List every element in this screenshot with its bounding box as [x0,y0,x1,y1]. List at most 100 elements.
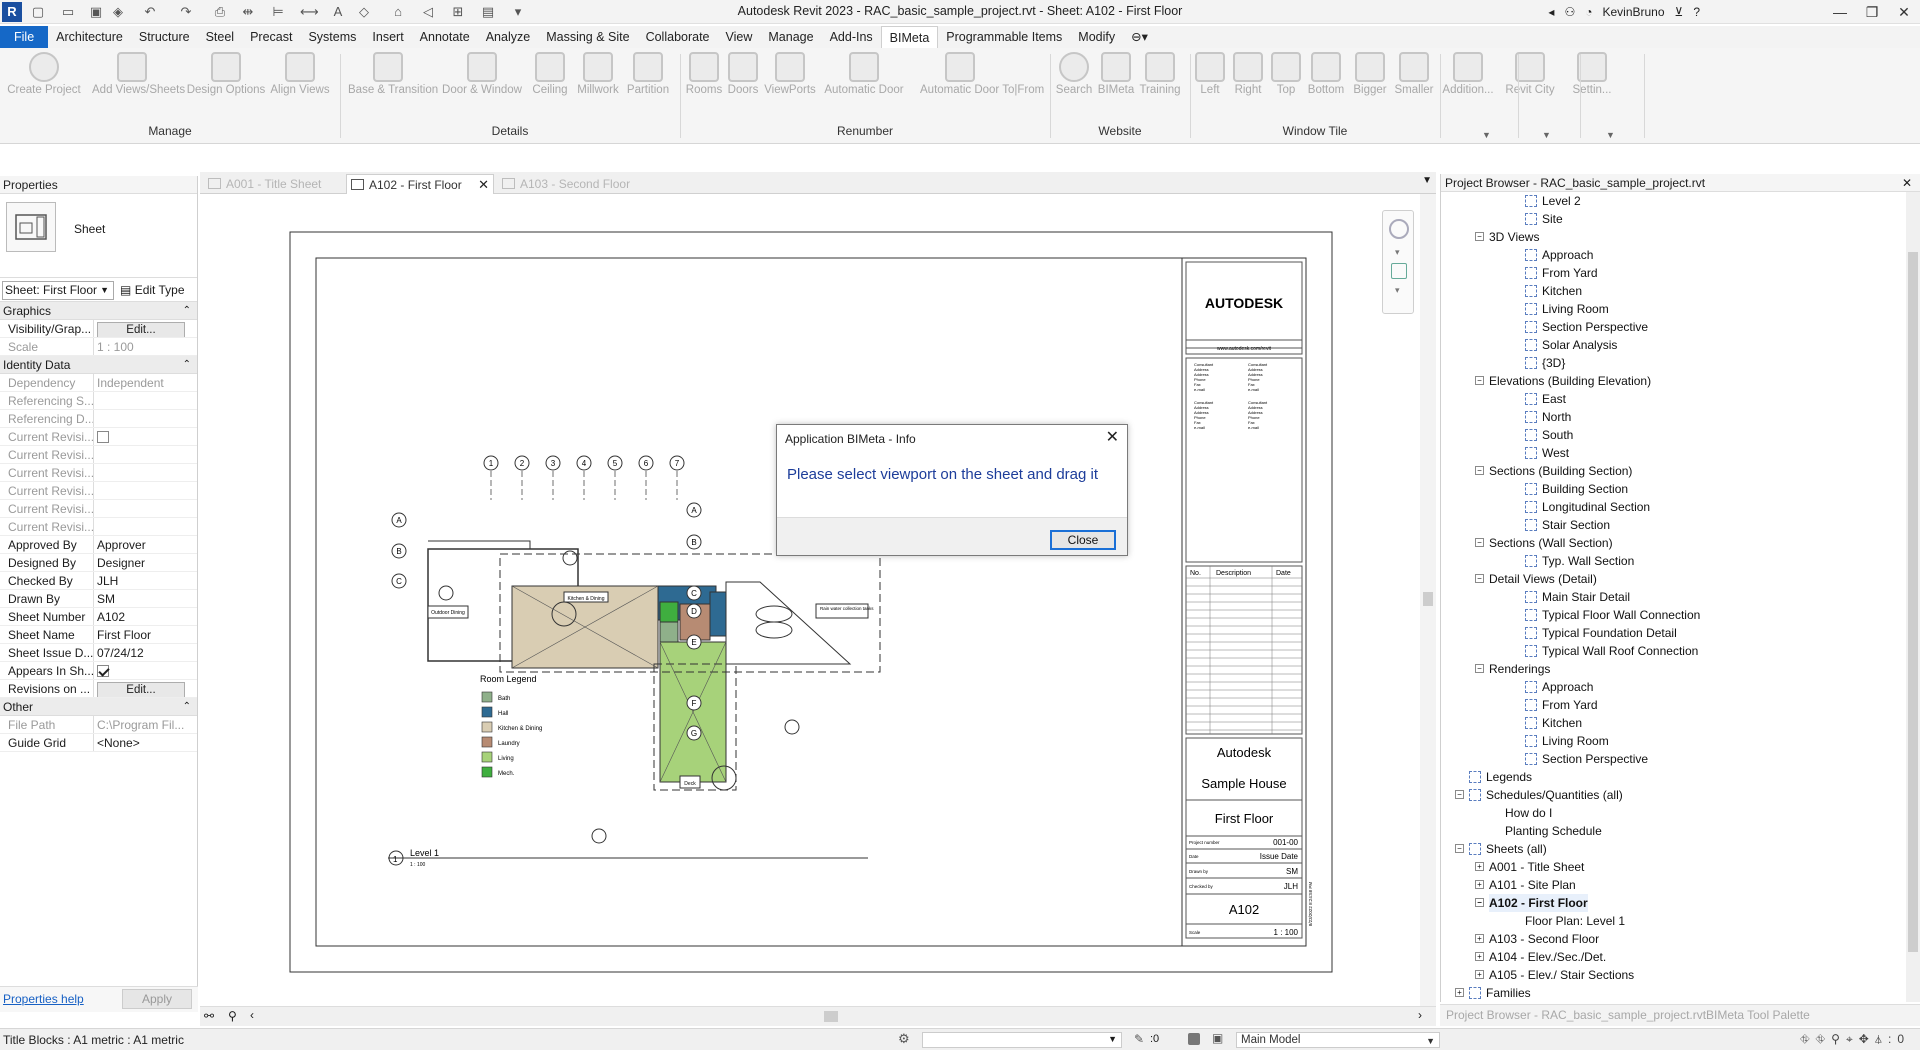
collapse-icon[interactable]: − [1475,538,1484,547]
chevron-down-icon[interactable]: ▾ [1395,247,1400,258]
ribbon-btn-base-transition[interactable]: Base & Transition [348,52,438,110]
close-icon[interactable]: ✕ [1888,0,1920,24]
tab-structure[interactable]: Structure [131,26,198,48]
browser-item[interactable]: Typical Foundation Detail [1525,624,1677,642]
user-icon[interactable]: ◔ [1585,5,1592,19]
browser-item[interactable]: Solar Analysis [1525,336,1617,354]
browser-item[interactable]: Living Room [1525,300,1609,318]
browser-item[interactable]: Section Perspective [1525,318,1648,336]
tab-project-browser[interactable]: Project Browser - RAC_basic_sample_proje… [1446,1008,1706,1022]
back-arrow-icon[interactable]: ◂ [1548,5,1554,19]
tab-add-ins[interactable]: Add-Ins [822,26,881,48]
dialog-close-icon[interactable]: ✕ [1106,427,1119,447]
browser-item[interactable]: − Sheets (all) [1455,840,1547,858]
edit-type-button[interactable]: ▤ Edit Type [120,283,185,297]
tab-precast[interactable]: Precast [242,26,300,48]
browser-item[interactable]: {3D} [1525,354,1565,372]
prop-sheet-number[interactable]: Sheet Number A102 [0,608,197,626]
browser-item[interactable]: Typ. Wall Section [1525,552,1634,570]
workset-icon[interactable]: ⚙ [898,1031,910,1047]
browser-item[interactable]: Main Stair Detail [1525,588,1630,606]
tab-systems[interactable]: Systems [300,26,364,48]
maximize-icon[interactable]: ❐ [1856,0,1888,24]
user-name[interactable]: KevinBruno [1602,5,1664,19]
browser-item[interactable]: Living Room [1525,732,1609,750]
steering-icon[interactable]: ⚯ [204,1009,214,1023]
scroll-left-icon[interactable]: ‹ [250,1008,254,1022]
browser-item[interactable]: Level 2 [1525,192,1581,210]
select-links-icon[interactable]: ⛗ [1800,1032,1816,1046]
expand-icon[interactable]: + [1475,880,1484,889]
collapse-icon[interactable]: − [1475,232,1484,241]
customize-toolbar-icon[interactable]: ▾ [510,4,526,20]
browser-item[interactable]: Site [1525,210,1563,228]
browser-item[interactable]: Typical Wall Roof Connection [1525,642,1698,660]
expand-icon[interactable]: + [1475,952,1484,961]
browser-item[interactable]: Typical Floor Wall Connection [1525,606,1700,624]
browser-item[interactable]: − Elevations (Building Elevation) [1475,372,1651,390]
tab-view[interactable]: View [718,26,761,48]
prop-sheet-issue-date[interactable]: Sheet Issue D... 07/24/12 [0,644,197,662]
browser-item[interactable]: Legends [1469,768,1532,786]
browser-item[interactable]: From Yard [1525,264,1598,282]
scroll-thumb[interactable] [1423,592,1433,606]
appears-checkbox[interactable] [97,665,109,677]
ribbon-btn-viewports[interactable]: ViewPorts [750,52,830,110]
browser-item[interactable]: How do I [1505,804,1552,822]
tab-a102[interactable]: A102 - First Floor ✕ [346,174,494,194]
drag-elements-icon[interactable]: ✥ [1859,1032,1875,1046]
collapse-icon[interactable]: − [1475,574,1484,583]
scroll-right-icon[interactable]: › [1418,1008,1422,1022]
expand-icon[interactable]: + [1475,862,1484,871]
redo-icon[interactable]: ↷ [178,4,194,20]
tab-architecture[interactable]: Architecture [48,26,131,48]
ribbon-btn-align-views[interactable]: Align Views [260,52,340,110]
group-other[interactable]: Other ⌃ [0,698,197,716]
close-tab-icon[interactable]: ✕ [478,175,489,195]
browser-item[interactable]: − Renderings [1475,660,1550,678]
select-underlay-icon[interactable]: ⛗ [1816,1032,1832,1046]
sync-icon[interactable]: ◈ [110,4,126,20]
browser-item[interactable]: − Detail Views (Detail) [1475,570,1597,588]
browser-item[interactable]: From Yard [1525,696,1598,714]
browser-item[interactable]: Kitchen [1525,282,1582,300]
browser-item[interactable]: North [1525,408,1571,426]
tab-massing-site[interactable]: Massing & Site [538,26,637,48]
browser-item[interactable]: + A101 - Site Plan [1475,876,1576,894]
align-icon[interactable]: ⊨ [270,4,286,20]
undo-icon[interactable]: ↶ [142,4,158,20]
browser-item[interactable]: Approach [1525,678,1593,696]
steering-wheel-icon[interactable] [1389,219,1409,239]
tab-file[interactable]: File [0,26,49,48]
workset-dropdown[interactable]: ▼ [922,1032,1122,1048]
expand-icon[interactable]: + [1455,988,1464,997]
panel-dropdown-icon[interactable]: ▼ [1606,130,1615,140]
ribbon-btn-add-views-sheets[interactable]: Add Views/Sheets [92,52,185,110]
browser-item[interactable]: + A104 - Elev./Sec./Det. [1475,948,1606,966]
filter-icon[interactable]: ⏃ [1875,1032,1888,1046]
prop-checked-by[interactable]: Checked By JLH [0,572,197,590]
apply-button[interactable]: Apply [122,989,192,1009]
open-icon[interactable]: ▢ [30,4,46,20]
binoculars-icon[interactable]: ⚇ [1564,5,1575,19]
ribbon-btn-design-options[interactable]: Design Options [186,52,266,110]
vertical-scrollbar[interactable] [1420,194,1436,1008]
panel-dropdown-icon[interactable]: ▼ [1542,130,1551,140]
ribbon-btn-automatic-door[interactable]: Automatic Door [824,52,904,110]
browser-item[interactable]: + A105 - Elev./ Stair Sections [1475,966,1634,984]
select-pinned-icon[interactable]: ⚲ [1831,1032,1846,1046]
tab-modify[interactable]: Modify [1070,26,1123,48]
collapse-icon[interactable]: ⌃ [183,302,191,320]
browser-item[interactable]: Kitchen [1525,714,1582,732]
close-hidden-icon[interactable]: ⊞ [450,4,466,20]
instance-dropdown[interactable]: Sheet: First Floor ▼ [2,281,114,300]
properties-help-link[interactable]: Properties help [3,992,84,1006]
tab-programmable-items[interactable]: Programmable Items [938,26,1070,48]
expand-icon[interactable]: + [1475,934,1484,943]
collapse-icon[interactable]: − [1475,376,1484,385]
switch-windows-icon[interactable]: ▤ [480,4,496,20]
browser-item[interactable]: − A102 - First Floor [1475,894,1588,912]
browser-item[interactable]: − Sections (Wall Section) [1475,534,1613,552]
collapse-icon[interactable]: − [1475,898,1484,907]
collapse-icon[interactable]: − [1455,844,1464,853]
